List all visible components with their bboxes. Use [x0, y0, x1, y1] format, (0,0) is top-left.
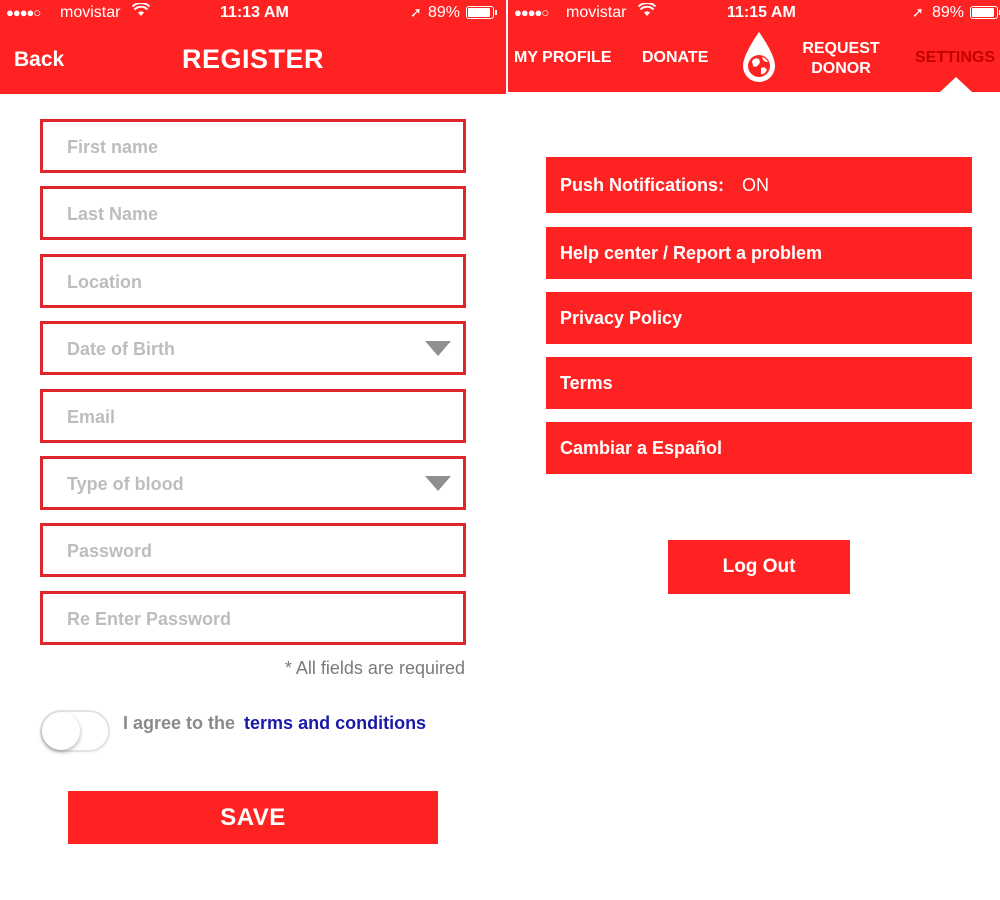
location-arrow-icon: ➚ [410, 4, 422, 20]
agree-text: I agree to the [123, 713, 236, 733]
blood-type-select[interactable] [40, 456, 466, 510]
nav-settings[interactable]: SETTINGS [915, 48, 995, 68]
active-tab-pointer [940, 77, 972, 92]
push-notifications-button[interactable]: Push Notifications: ON [546, 157, 972, 213]
save-button[interactable]: SAVE [68, 791, 438, 844]
nav-request-line2: DONOR [811, 60, 871, 77]
location-field[interactable] [40, 254, 466, 308]
logout-button[interactable]: Log Out [668, 540, 850, 594]
first-name-field[interactable] [40, 119, 466, 173]
blood-type-input[interactable] [67, 471, 407, 497]
carrier-name: movistar [60, 4, 121, 21]
status-time: 11:13 AM [220, 4, 289, 21]
blood-drop-globe-icon[interactable] [739, 30, 779, 86]
page-title: REGISTER [181, 44, 325, 74]
settings-header: ●●●●○ movistar 11:15 AM ➚ 89% MY PROFILE… [508, 0, 1000, 92]
location-input[interactable] [67, 269, 407, 295]
signal-dots-icon: ●●●●○ [514, 5, 549, 20]
nav-request-line1: REQUEST [802, 40, 880, 57]
nav-donate[interactable]: DONATE [642, 48, 708, 68]
password-input[interactable] [67, 538, 407, 564]
carrier-name: movistar [566, 4, 627, 21]
dropdown-arrow-icon[interactable] [425, 341, 451, 356]
location-arrow-icon: ➚ [912, 4, 924, 20]
last-name-field[interactable] [40, 186, 466, 240]
terms-link[interactable]: terms and conditions [244, 713, 426, 733]
date-of-birth-input[interactable] [67, 336, 407, 362]
privacy-policy-button[interactable]: Privacy Policy [546, 292, 972, 344]
push-notifications-value: ON [742, 174, 770, 195]
terms-toggle[interactable] [40, 710, 110, 752]
status-bar: ●●●●○ movistar 11:15 AM ➚ 89% [508, 0, 1000, 26]
register-screen: ●●●●○ movistar 11:13 AM ➚ 89% Back REGIS… [0, 0, 506, 900]
change-language-button[interactable]: Cambiar a Español [546, 422, 972, 474]
status-time: 11:15 AM [727, 4, 796, 21]
password-field[interactable] [40, 523, 466, 577]
confirm-password-field[interactable] [40, 591, 466, 645]
battery-percent: 89% [932, 4, 965, 21]
wifi-icon [131, 2, 151, 20]
register-header: ●●●●○ movistar 11:13 AM ➚ 89% Back REGIS… [0, 0, 506, 94]
confirm-password-input[interactable] [67, 606, 407, 632]
help-center-button[interactable]: Help center / Report a problem [546, 227, 972, 279]
email-field[interactable] [40, 389, 466, 443]
wifi-icon [637, 2, 657, 20]
nav-request-donor[interactable]: REQUEST DONOR [799, 39, 883, 79]
signal-dots-icon: ●●●●○ [6, 5, 41, 20]
settings-screen: ●●●●○ movistar 11:15 AM ➚ 89% MY PROFILE… [508, 0, 1000, 900]
battery-icon [466, 6, 497, 19]
battery-percent: 89% [428, 4, 461, 21]
battery-icon [970, 6, 1000, 19]
required-note: * All fields are required [284, 658, 465, 678]
last-name-input[interactable] [67, 201, 407, 227]
dropdown-arrow-icon[interactable] [425, 476, 451, 491]
status-bar: ●●●●○ movistar 11:13 AM ➚ 89% [0, 0, 506, 26]
email-input[interactable] [67, 404, 407, 430]
push-notifications-label: Push Notifications: [560, 174, 725, 195]
terms-button[interactable]: Terms [546, 357, 972, 409]
first-name-input[interactable] [67, 134, 407, 160]
date-of-birth-select[interactable] [40, 321, 466, 375]
terms-agreement: I agree to the terms and conditions [123, 713, 426, 734]
toggle-knob[interactable] [42, 712, 80, 750]
nav-my-profile[interactable]: MY PROFILE [514, 48, 612, 68]
